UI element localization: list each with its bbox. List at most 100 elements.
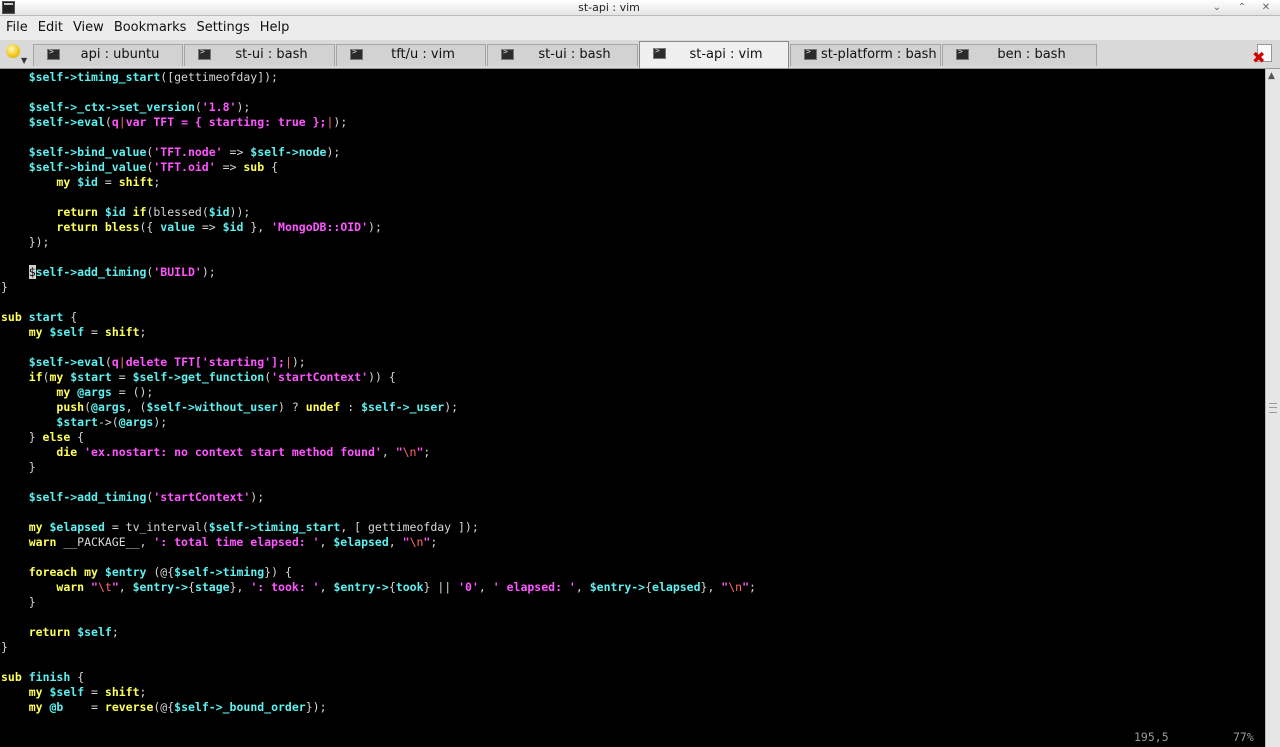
code-token: took xyxy=(395,580,424,594)
tab-st-ui-bash[interactable]: st-ui : bash xyxy=(184,44,335,66)
code-token: 'BUILD' xyxy=(153,265,202,279)
tab-tft-u-vim[interactable]: tft/u : vim xyxy=(336,44,486,66)
code-line: } else { xyxy=(1,430,756,445)
code-token: bless xyxy=(104,220,140,234)
menu-help[interactable]: Help xyxy=(255,16,295,40)
code-token: { xyxy=(645,580,653,594)
code-token: , xyxy=(388,535,403,549)
code-token: my xyxy=(28,325,43,339)
terminal-view[interactable]: $self->timing_start([gettimeofday]); $se… xyxy=(0,69,1265,747)
code-token: $self xyxy=(77,625,112,639)
maximize-icon[interactable]: ⌃ xyxy=(1232,0,1252,15)
code-token: = tv_interval( xyxy=(104,520,209,534)
code-line: $self->bind_value('TFT.oid' => sub { xyxy=(1,160,756,175)
code-token: }, xyxy=(700,580,722,594)
code-token: ); xyxy=(333,115,348,129)
tab-api-ubuntu[interactable]: api : ubuntu xyxy=(33,44,183,66)
scroll-up-arrow-icon[interactable]: ▲ xyxy=(1268,71,1275,81)
code-token: \n xyxy=(409,535,424,549)
code-token: } || xyxy=(423,580,459,594)
code-token: 'TFT.oid' xyxy=(153,160,216,174)
code-token: foreach xyxy=(28,565,78,579)
code-token: $id xyxy=(208,205,230,219)
cursor-position: 195,5 xyxy=(1134,730,1169,744)
code-token: $id xyxy=(77,175,98,189)
code-token: }, xyxy=(229,580,251,594)
code-token: ([gettimeofday]); xyxy=(160,70,278,84)
tab-st-ui-bash-2[interactable]: st-ui : bash xyxy=(487,44,638,66)
code-line: foreach my $entry (@{$self->timing}) { xyxy=(1,565,756,580)
code-token: " xyxy=(91,580,98,594)
code-token: $self->bind_value xyxy=(28,145,147,159)
terminal-icon xyxy=(198,47,211,60)
menu-bookmarks[interactable]: Bookmarks xyxy=(109,16,192,40)
close-window-icon[interactable]: ✕ xyxy=(1256,0,1276,15)
code-token: | xyxy=(284,355,292,369)
code-token: 'TFT.node' xyxy=(153,145,223,159)
chevron-down-icon: ▼ xyxy=(21,56,28,65)
code-token: return xyxy=(28,625,71,639)
code-token: ; xyxy=(139,325,147,339)
code-token: ( xyxy=(104,355,112,369)
code-line: warn "\t", $entry->{stage}, ': took: ', … xyxy=(1,580,756,595)
code-line: } xyxy=(1,460,756,475)
minimize-icon[interactable]: ⌄ xyxy=(1207,0,1227,15)
code-token: sub xyxy=(1,670,22,684)
code-line: my $self = shift; xyxy=(1,685,756,700)
code-token: ': total time elapsed: ' xyxy=(153,535,320,549)
code-token: $self->eval xyxy=(28,115,105,129)
menu-edit[interactable]: Edit xyxy=(33,16,68,40)
code-token: ->( xyxy=(97,415,119,429)
menu-file[interactable]: File xyxy=(0,16,33,40)
tab-ben-bash[interactable]: ben : bash xyxy=(942,44,1097,66)
code-token: ({ xyxy=(139,220,161,234)
code-token: ); xyxy=(444,400,459,414)
tab-label: st-ui : bash xyxy=(235,47,308,62)
tab-st-api-vim[interactable]: st-api : vim xyxy=(639,41,789,68)
code-token: $entry xyxy=(104,565,147,579)
new-tab-button[interactable]: ▼ xyxy=(3,42,28,65)
scrollbar-grip[interactable] xyxy=(1269,403,1277,413)
menu-view[interactable]: View xyxy=(68,16,109,40)
code-line: if(my $start = $self->get_function('star… xyxy=(1,370,756,385)
code-token: $entry-> xyxy=(132,580,189,594)
code-token: @b xyxy=(49,700,64,714)
code-token: my xyxy=(84,565,98,579)
code-token: $start xyxy=(70,370,112,384)
vertical-scrollbar[interactable]: ▲ xyxy=(1265,69,1280,747)
code-token: , xyxy=(118,580,133,594)
code-token: @args xyxy=(91,400,126,414)
menu-settings[interactable]: Settings xyxy=(191,16,254,40)
vim-buffer[interactable]: $self->timing_start([gettimeofday]); $se… xyxy=(1,70,756,715)
code-token: , xyxy=(381,445,396,459)
code-token: $entry-> xyxy=(589,580,646,594)
code-line: $self->eval(q|var TFT = { starting: true… xyxy=(1,115,756,130)
tab-st-platform-bash[interactable]: st-platform : bash xyxy=(790,44,941,66)
code-token: else xyxy=(42,430,71,444)
code-token: : xyxy=(340,400,362,414)
code-token: warn xyxy=(56,580,85,594)
code-line: my $elapsed = tv_interval($self->timing_… xyxy=(1,520,756,535)
code-token: $self->_ctx->set_version xyxy=(28,100,195,114)
code-token: = xyxy=(97,175,119,189)
close-tab-button[interactable]: ✖ xyxy=(1251,41,1277,67)
code-token: => xyxy=(194,220,223,234)
code-token: $elapsed xyxy=(49,520,105,534)
tab-label: api : ubuntu xyxy=(80,47,160,62)
code-token: my xyxy=(28,520,43,534)
code-token: sub xyxy=(243,160,265,174)
